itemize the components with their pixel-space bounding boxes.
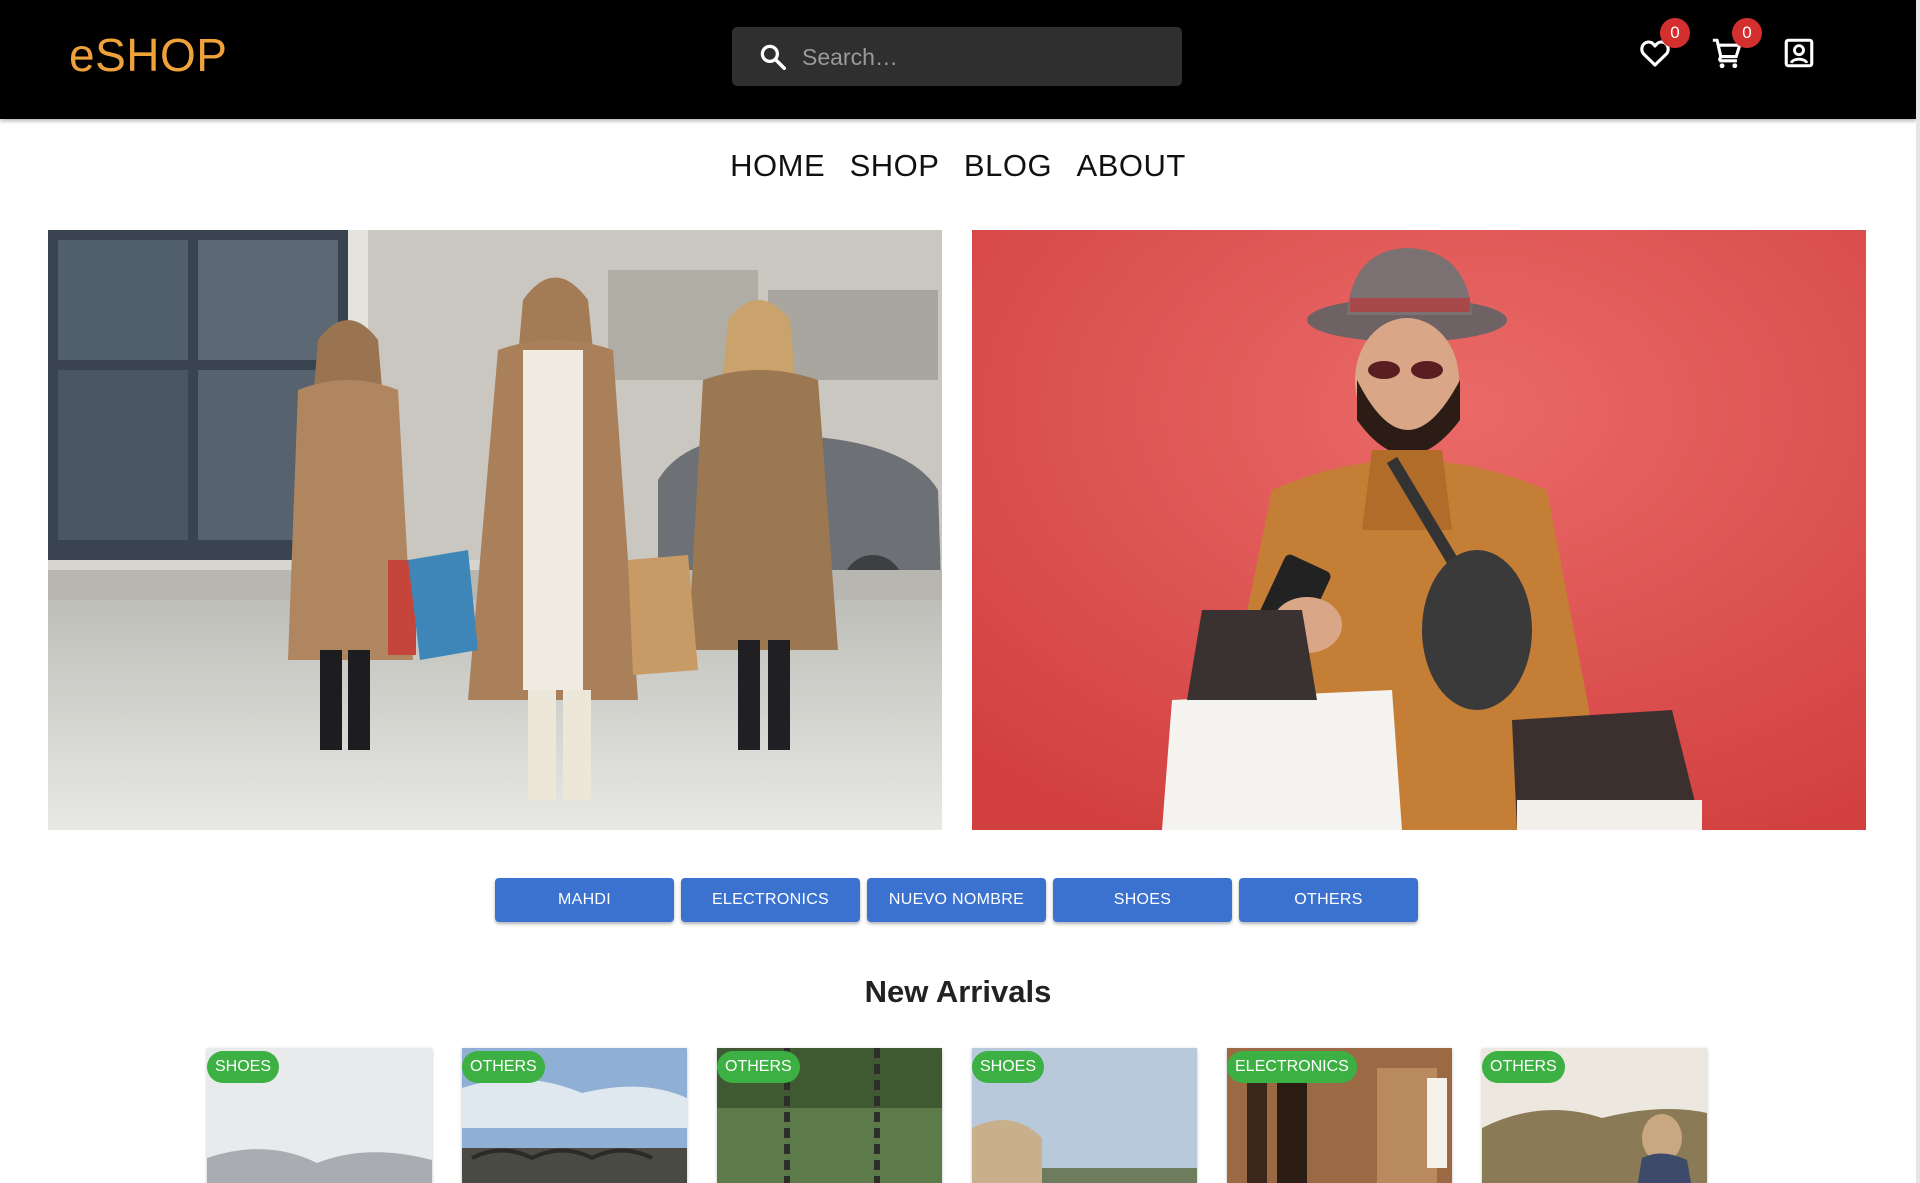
category-button-mahdi[interactable]: MAHDI	[495, 878, 674, 922]
wishlist-count-badge: 0	[1660, 18, 1690, 48]
account-icon	[1784, 38, 1814, 68]
nav-about[interactable]: ABOUT	[1077, 148, 1186, 184]
nav-home[interactable]: HOME	[730, 148, 825, 184]
search-bar[interactable]	[732, 27, 1182, 86]
product-category-tag: SHOES	[207, 1051, 280, 1083]
logo[interactable]: eSHOP	[69, 28, 227, 82]
category-button-others[interactable]: OTHERS	[1239, 878, 1418, 922]
hero-image-man-shopping	[972, 230, 1866, 830]
wishlist-button[interactable]: 0	[1638, 18, 1690, 70]
cart-button[interactable]: 0	[1710, 18, 1762, 70]
product-category-tag: OTHERS	[1482, 1051, 1565, 1083]
top-header: eSHOP 0 0	[0, 0, 1916, 119]
scrollbar[interactable]	[1916, 0, 1920, 1183]
product-card[interactable]: ELECTRONICS	[1227, 1048, 1452, 1183]
search-input[interactable]	[802, 37, 1162, 77]
product-card[interactable]: OTHERS	[1482, 1048, 1707, 1183]
product-card[interactable]: OTHERS	[462, 1048, 687, 1183]
nav-shop[interactable]: SHOP	[850, 148, 940, 184]
section-title-new-arrivals: New Arrivals	[864, 974, 1052, 1009]
product-category-tag: OTHERS	[717, 1051, 800, 1083]
category-button-electronics[interactable]: ELECTRONICS	[681, 878, 860, 922]
category-buttons: MAHDI ELECTRONICS NUEVO NOMBRE SHOES OTH…	[495, 878, 1418, 922]
main-nav: HOME SHOP BLOG ABOUT	[0, 148, 1916, 184]
hero-image-women-shopping	[48, 230, 942, 830]
product-category-tag: SHOES	[972, 1051, 1045, 1083]
page: eSHOP 0 0	[0, 0, 1920, 1183]
hero-banner-right[interactable]	[972, 230, 1866, 830]
search-icon	[760, 44, 786, 70]
product-card[interactable]: SHOES	[972, 1048, 1197, 1183]
cart-count-badge: 0	[1732, 18, 1762, 48]
category-button-shoes[interactable]: SHOES	[1053, 878, 1232, 922]
hero-banner-left[interactable]	[48, 230, 942, 830]
account-button[interactable]	[1782, 36, 1816, 70]
product-category-tag: ELECTRONICS	[1227, 1051, 1357, 1083]
product-card[interactable]: SHOES	[207, 1048, 432, 1183]
nav-blog[interactable]: BLOG	[964, 148, 1052, 184]
product-category-tag: OTHERS	[462, 1051, 545, 1083]
category-button-nuevo-nombre[interactable]: NUEVO NOMBRE	[867, 878, 1046, 922]
product-card[interactable]: OTHERS	[717, 1048, 942, 1183]
